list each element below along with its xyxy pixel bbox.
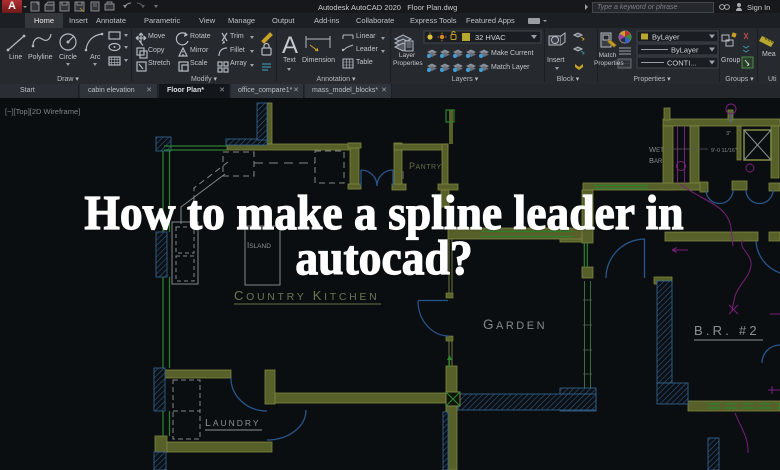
svg-text:WET: WET bbox=[649, 145, 664, 154]
svg-text:GARDEN: GARDEN bbox=[483, 317, 547, 332]
svg-text:COUNTRY KITCHEN: COUNTRY KITCHEN bbox=[234, 288, 379, 303]
svg-text:CONTI...: CONTI... bbox=[667, 59, 697, 68]
svg-text:B.R. #2: B.R. #2 bbox=[694, 323, 760, 338]
svg-text:BAR: BAR bbox=[649, 156, 663, 165]
svg-text:A: A bbox=[282, 32, 298, 59]
svg-text:Mea: Mea bbox=[762, 51, 776, 58]
svg-text:ByLayer: ByLayer bbox=[652, 33, 680, 42]
svg-text:Make Current: Make Current bbox=[491, 50, 533, 57]
svg-text:[−][Top][2D Wireframe]: [−][Top][2D Wireframe] bbox=[5, 107, 80, 116]
svg-text:PANTRY: PANTRY bbox=[409, 161, 442, 171]
svg-text:32 HVAC: 32 HVAC bbox=[475, 33, 506, 42]
svg-text:LAUNDRY: LAUNDRY bbox=[205, 417, 261, 429]
svg-text:3": 3" bbox=[726, 131, 731, 137]
svg-text:Match Layer: Match Layer bbox=[491, 64, 530, 71]
svg-text:ByLayer: ByLayer bbox=[671, 46, 699, 55]
svg-text:9'-0 11/16": 9'-0 11/16" bbox=[711, 148, 737, 154]
